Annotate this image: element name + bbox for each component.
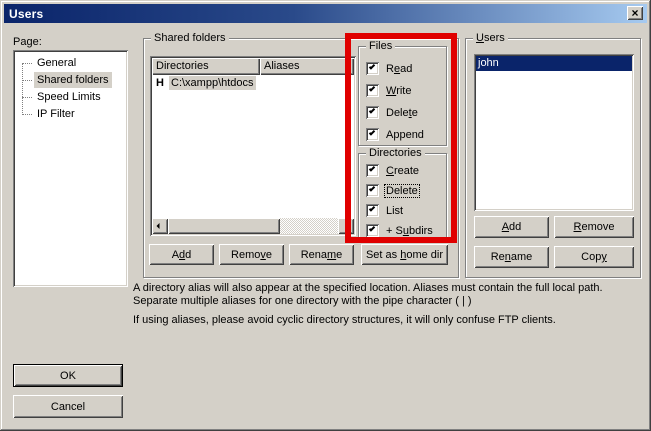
horizontal-scrollbar[interactable] [152, 218, 354, 234]
rename-directory-button[interactable]: Rename [289, 244, 354, 265]
remove-user-button[interactable]: Remove [554, 216, 634, 238]
rename-user-button[interactable]: Rename [474, 246, 549, 268]
users-group: Users john Add Remove Rename Copy [465, 38, 641, 278]
delete-dirs-checkbox[interactable] [366, 184, 379, 197]
button-label: OK [60, 370, 76, 382]
alias-note-1: A directory alias will also appear at th… [133, 282, 638, 308]
user-row[interactable]: john [476, 56, 632, 71]
ok-button[interactable]: OK [13, 364, 123, 387]
write-checkbox[interactable] [366, 84, 379, 97]
alias-note-2: If using aliases, please avoid cyclic di… [133, 314, 638, 327]
delete-files-checkbox[interactable] [366, 106, 379, 119]
button-label: Add [502, 221, 522, 233]
sidebar-item-general[interactable]: General [13, 55, 128, 72]
checkbox-label[interactable]: Delete [385, 185, 419, 197]
directories-permissions-group: Directories Create Delete List + Subdirs [358, 153, 447, 239]
checkmark-icon [369, 129, 375, 135]
checkmark-icon [369, 205, 375, 211]
scroll-left-icon [157, 223, 160, 229]
checkmark-icon [369, 107, 375, 113]
files-group-label: Files [366, 40, 395, 52]
files-write-option[interactable]: Write [359, 82, 446, 99]
button-label: Rename [491, 251, 533, 263]
users-list[interactable]: john [474, 54, 634, 211]
sidebar-item-speed-limits[interactable]: Speed Limits [13, 89, 128, 106]
dirs-create-option[interactable]: Create [359, 162, 446, 179]
page-label: Page: [13, 36, 42, 48]
files-delete-option[interactable]: Delete [359, 104, 446, 121]
close-button[interactable]: × [627, 6, 643, 20]
set-as-home-dir-button[interactable]: Set as home dir [361, 244, 448, 265]
dirs-delete-option[interactable]: Delete [359, 182, 446, 199]
button-label: Rename [301, 249, 343, 261]
directories-list[interactable]: Directories Aliases H C:\xampp\htdocs [150, 56, 356, 236]
window-title: Users [9, 7, 43, 21]
button-label: Remove [231, 249, 272, 261]
sidebar-item-ip-filter[interactable]: IP Filter [13, 106, 128, 123]
titlebar[interactable]: Users [4, 4, 647, 23]
cancel-button[interactable]: Cancel [13, 395, 123, 418]
checkmark-icon [369, 185, 375, 191]
checkmark-icon [369, 63, 375, 69]
files-permissions-group: Files Read Write Delete Append [358, 46, 447, 146]
button-label: Set as home dir [366, 249, 443, 261]
read-checkbox[interactable] [366, 62, 379, 75]
shared-folders-group: Shared folders Directories Aliases H C:\… [143, 38, 459, 278]
checkbox-label[interactable]: Create [385, 165, 420, 177]
add-user-button[interactable]: Add [474, 216, 549, 238]
directories-group-label: Directories [366, 147, 425, 159]
button-label: Remove [574, 221, 615, 233]
checkbox-label[interactable]: List [385, 205, 404, 217]
tree-item-label: General [34, 55, 79, 71]
tree-item-label: Speed Limits [34, 89, 104, 105]
button-label: Cancel [51, 401, 85, 413]
files-read-option[interactable]: Read [359, 60, 446, 77]
button-label: Add [172, 249, 192, 261]
home-dir-marker: H [156, 77, 169, 89]
column-header-aliases[interactable]: Aliases [260, 58, 354, 75]
alias-notes: A directory alias will also appear at th… [133, 282, 638, 327]
column-header-directories[interactable]: Directories [152, 58, 260, 75]
dirs-subdirs-option[interactable]: + Subdirs [359, 222, 446, 239]
scrollbar-thumb[interactable] [168, 218, 280, 234]
checkbox-label[interactable]: Read [385, 63, 413, 75]
users-group-label: Users [473, 32, 508, 44]
append-checkbox[interactable] [366, 128, 379, 141]
remove-directory-button[interactable]: Remove [219, 244, 284, 265]
list-checkbox[interactable] [366, 204, 379, 217]
tree-item-label: Shared folders [34, 72, 112, 88]
checkmark-icon [369, 225, 375, 231]
directory-path: C:\xampp\htdocs [169, 76, 256, 90]
button-label: Copy [581, 251, 607, 263]
checkbox-label[interactable]: Write [385, 85, 412, 97]
checkbox-label[interactable]: + Subdirs [385, 225, 434, 237]
files-append-option[interactable]: Append [359, 126, 446, 143]
checkmark-icon [369, 85, 375, 91]
scroll-left-button[interactable] [152, 218, 168, 234]
checkbox-label[interactable]: Delete [385, 107, 419, 119]
sidebar-item-shared-folders[interactable]: Shared folders [13, 72, 128, 89]
scrollbar-track[interactable] [280, 218, 338, 234]
users-dialog: Users × Page: General Shared folders Spe… [0, 0, 651, 431]
shared-folders-group-label: Shared folders [151, 32, 229, 44]
directory-row[interactable]: H C:\xampp\htdocs [152, 75, 354, 91]
directories-list-header: Directories Aliases [152, 58, 354, 75]
subdirs-checkbox[interactable] [366, 224, 379, 237]
page-list[interactable]: General Shared folders Speed Limits IP F… [13, 50, 128, 287]
add-directory-button[interactable]: Add [149, 244, 214, 265]
checkbox-label[interactable]: Append [385, 129, 425, 141]
copy-user-button[interactable]: Copy [554, 246, 634, 268]
checkmark-icon [369, 165, 375, 171]
tree-item-label: IP Filter [34, 106, 78, 122]
close-icon: × [631, 7, 638, 19]
dirs-list-option[interactable]: List [359, 202, 446, 219]
create-checkbox[interactable] [366, 164, 379, 177]
scroll-right-icon [347, 223, 350, 229]
scroll-right-button[interactable] [338, 218, 354, 234]
